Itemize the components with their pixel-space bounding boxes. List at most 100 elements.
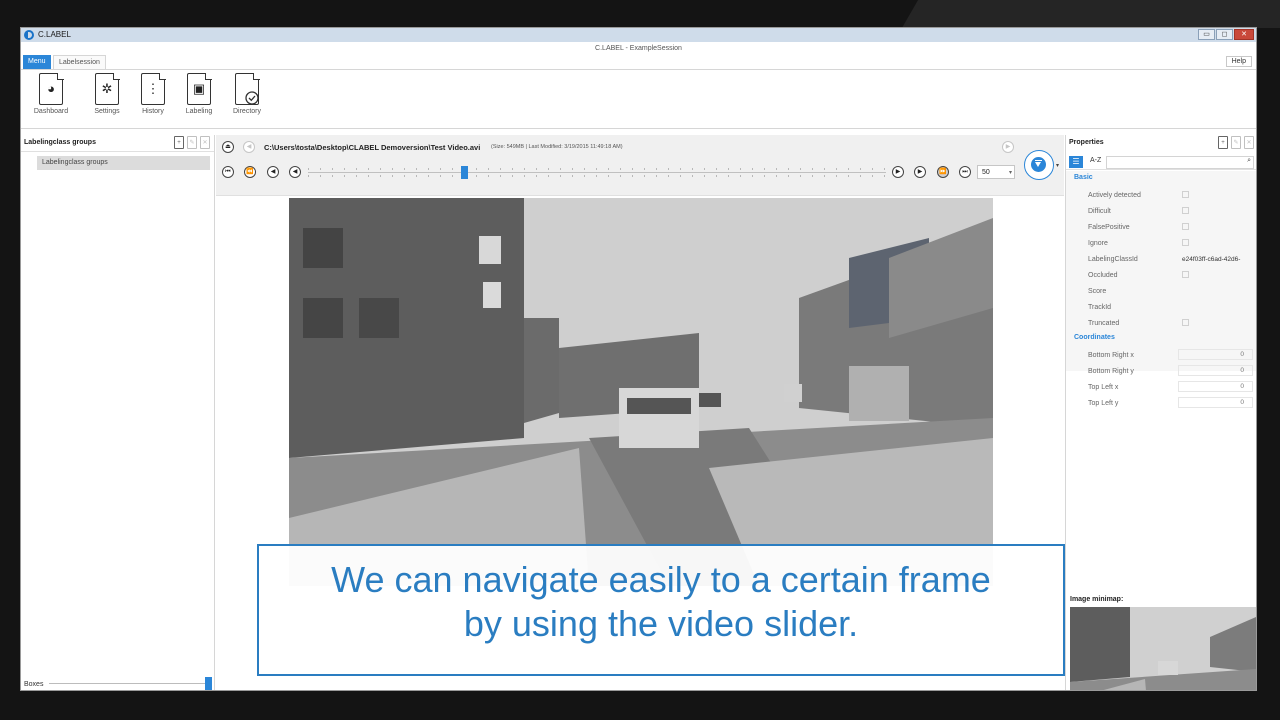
minimize-button[interactable]: ▭ [1198, 29, 1215, 40]
tab-menu[interactable]: Menu [23, 55, 51, 69]
add-property-icon[interactable]: + [1218, 136, 1228, 149]
filter-dropdown-icon[interactable]: ▾ [1056, 162, 1059, 169]
video-toolbar: ⏏ ◀ C:\Users\tosta\Desktop\CLABEL Demove… [216, 135, 1064, 196]
sort-az-button[interactable]: A-Z [1090, 157, 1101, 164]
image-minimap[interactable] [1070, 607, 1256, 690]
video-slider[interactable] [308, 166, 886, 179]
search-icon: ⌕ [1247, 157, 1251, 164]
settings-button[interactable]: ✲ Settings [87, 72, 127, 115]
dashboard-label: Dashboard [33, 108, 69, 115]
labelingclass-panel: Labelingclass groups + ✎ ✕ Labelingclass… [21, 135, 215, 690]
play-button[interactable]: ▶ [892, 166, 904, 178]
image-icon: ▣ [187, 72, 212, 105]
coordinates-group-header[interactable]: Coordinates [1074, 334, 1115, 341]
property-checkbox[interactable] [1182, 207, 1189, 214]
coordinate-input[interactable]: 0 [1178, 397, 1253, 408]
ribbon-tabs: Menu Labelsession Help [21, 55, 1256, 70]
app-window: C.LABEL ▭ ◻ ✕ C.LABEL - ExampleSession M… [20, 27, 1257, 691]
categorized-view-icon[interactable]: ☰ [1069, 156, 1083, 168]
restore-button[interactable]: ◻ [1216, 29, 1233, 40]
step-back-button[interactable]: ◀ [267, 166, 279, 178]
property-key: FalsePositive [1088, 224, 1130, 231]
settings-label: Settings [94, 108, 120, 115]
properties-toolbar: ☰ A-Z ⌕ [1066, 155, 1256, 170]
coordinate-input[interactable]: 0 [1178, 381, 1253, 392]
dashboard-button[interactable]: ◕ Dashboard [31, 72, 71, 115]
play-backward-button[interactable]: ◀ [289, 166, 301, 178]
labelingclass-group-item[interactable]: Labelingclass groups [37, 156, 210, 170]
frame-step-value: 50 [982, 169, 990, 176]
property-checkbox[interactable] [1182, 191, 1189, 198]
labeling-button[interactable]: ▣ Labeling [179, 72, 219, 115]
minimap-label: Image minimap: [1070, 596, 1124, 603]
video-frame[interactable] [289, 198, 993, 586]
coordinate-row[interactable]: Bottom Right y 0 [1066, 363, 1256, 379]
video-slider-thumb[interactable] [461, 166, 468, 179]
fast-forward-button[interactable]: ⏩ [937, 166, 949, 178]
property-row[interactable]: Actively detected [1066, 187, 1256, 203]
video-area[interactable]: We can navigate easily to a certain fram… [216, 196, 1065, 690]
history-button[interactable]: ⋮ History [133, 72, 173, 115]
next-file-button[interactable]: ▶ [1002, 141, 1014, 153]
boxes-label: Boxes [24, 681, 44, 688]
coordinate-key: Bottom Right x [1088, 352, 1134, 359]
previous-file-button[interactable]: ◀ [243, 141, 255, 153]
coordinate-row[interactable]: Top Left y 0 [1066, 395, 1256, 411]
help-button[interactable]: Help [1225, 56, 1252, 67]
property-row[interactable]: TrackId [1066, 299, 1256, 315]
file-path: C:\Users\tosta\Desktop\CLABEL Demoversio… [264, 143, 481, 152]
delete-property-icon[interactable]: ✕ [1244, 136, 1254, 149]
edit-property-icon[interactable]: ✎ [1231, 136, 1241, 149]
boxes-slider-track[interactable] [49, 683, 211, 684]
app-title: C.LABEL [38, 30, 71, 39]
coordinate-row[interactable]: Bottom Right x 0 [1066, 347, 1256, 363]
filter-icon [1031, 157, 1046, 172]
labelingclass-panel-title: Labelingclass groups [24, 139, 96, 146]
first-frame-button[interactable]: ⏮ [222, 166, 234, 178]
spin-arrow-icon[interactable]: ▾ [1009, 166, 1012, 180]
property-value[interactable]: e24f03ff-c6ad-42d6- [1182, 256, 1240, 263]
properties-search-input[interactable]: ⌕ [1106, 156, 1254, 169]
coordinate-key: Top Left x [1088, 384, 1119, 391]
property-row[interactable]: Occluded [1066, 267, 1256, 283]
property-checkbox[interactable] [1182, 319, 1189, 326]
labeling-label: Labeling [185, 108, 213, 115]
property-row[interactable]: FalsePositive [1066, 219, 1256, 235]
filter-button[interactable] [1024, 150, 1054, 180]
history-label: History [142, 108, 164, 115]
property-key: Actively detected [1088, 192, 1141, 199]
property-checkbox[interactable] [1182, 239, 1189, 246]
edit-group-icon[interactable]: ✎ [187, 136, 197, 149]
property-checkbox[interactable] [1182, 271, 1189, 278]
app-logo-icon [24, 30, 34, 40]
step-forward-button[interactable]: ▶ [914, 166, 926, 178]
rewind-button[interactable]: ⏪ [244, 166, 256, 178]
property-key: Occluded [1088, 272, 1118, 279]
ribbon: ◕ Dashboard ✲ Settings ⋮ History ▣ Label… [21, 70, 1256, 129]
property-row[interactable]: Score [1066, 283, 1256, 299]
property-row[interactable]: Ignore [1066, 235, 1256, 251]
coordinate-input[interactable]: 0 [1178, 349, 1253, 360]
tutorial-caption: We can navigate easily to a certain fram… [257, 544, 1065, 676]
frame-step-input[interactable]: 50 ▾ [977, 165, 1015, 179]
property-key: Ignore [1088, 240, 1108, 247]
coordinate-key: Top Left y [1088, 400, 1119, 407]
delete-group-icon[interactable]: ✕ [200, 136, 210, 149]
tab-labelsession[interactable]: Labelsession [53, 55, 106, 69]
coordinate-input[interactable]: 0 [1178, 365, 1253, 376]
coordinate-row[interactable]: Top Left x 0 [1066, 379, 1256, 395]
close-button[interactable]: ✕ [1234, 29, 1254, 40]
basic-group-header[interactable]: Basic [1074, 174, 1093, 181]
property-row[interactable]: Truncated [1066, 315, 1256, 331]
property-checkbox[interactable] [1182, 223, 1189, 230]
property-key: Score [1088, 288, 1107, 295]
eject-button[interactable]: ⏏ [222, 141, 234, 153]
last-frame-button[interactable]: ⏭ [959, 166, 971, 178]
caption-line-2: by using the video slider. [463, 603, 859, 644]
add-group-icon[interactable]: + [174, 136, 184, 149]
property-row[interactable]: LabelingClassId e24f03ff-c6ad-42d6- [1066, 251, 1256, 267]
property-row[interactable]: Difficult [1066, 203, 1256, 219]
boxes-slider-thumb[interactable] [205, 677, 212, 690]
video-panel: ⏏ ◀ C:\Users\tosta\Desktop\CLABEL Demove… [216, 135, 1065, 690]
directory-button[interactable]: Directory [227, 72, 267, 115]
